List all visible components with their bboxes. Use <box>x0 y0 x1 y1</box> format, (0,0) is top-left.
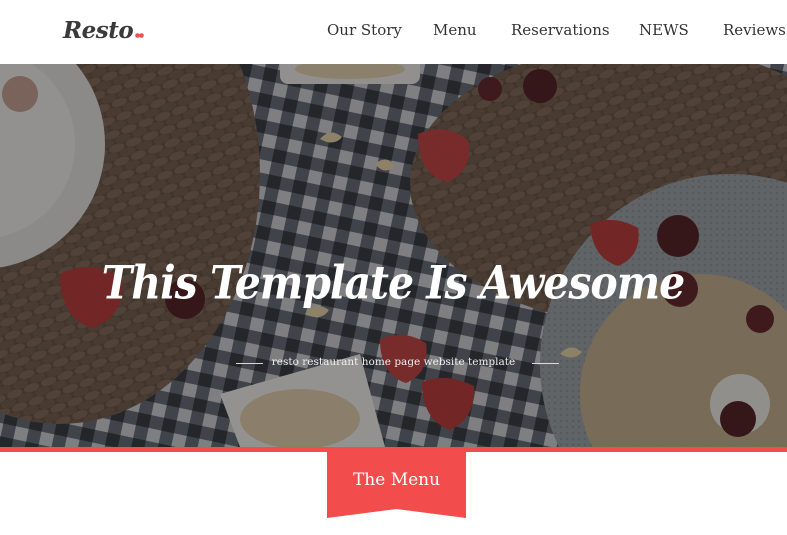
main-nav: Our Story Menu Reservations NEWS Reviews <box>0 21 787 43</box>
nav-menu[interactable]: Menu <box>433 21 477 39</box>
hero-banner: This Template Is Awesome resto restauran… <box>0 64 787 447</box>
subtitle-divider-right <box>532 363 559 364</box>
menu-section-title[interactable]: The Menu <box>327 470 466 490</box>
hero-subtitle: resto restaurant home page website templ… <box>271 356 516 368</box>
nav-news[interactable]: NEWS <box>639 21 689 39</box>
hero-subtitle-wrap: resto restaurant home page website templ… <box>0 356 787 372</box>
nav-reviews[interactable]: Reviews <box>723 21 786 39</box>
hero-title-text: This Template Is Awesome <box>102 257 684 311</box>
nav-reservations[interactable]: Reservations <box>511 21 610 39</box>
hero-title: This Template Is Awesome <box>102 257 685 311</box>
nav-our-story[interactable]: Our Story <box>327 21 402 39</box>
site-header: Resto Our Story Menu Reservations NEWS R… <box>0 0 787 64</box>
